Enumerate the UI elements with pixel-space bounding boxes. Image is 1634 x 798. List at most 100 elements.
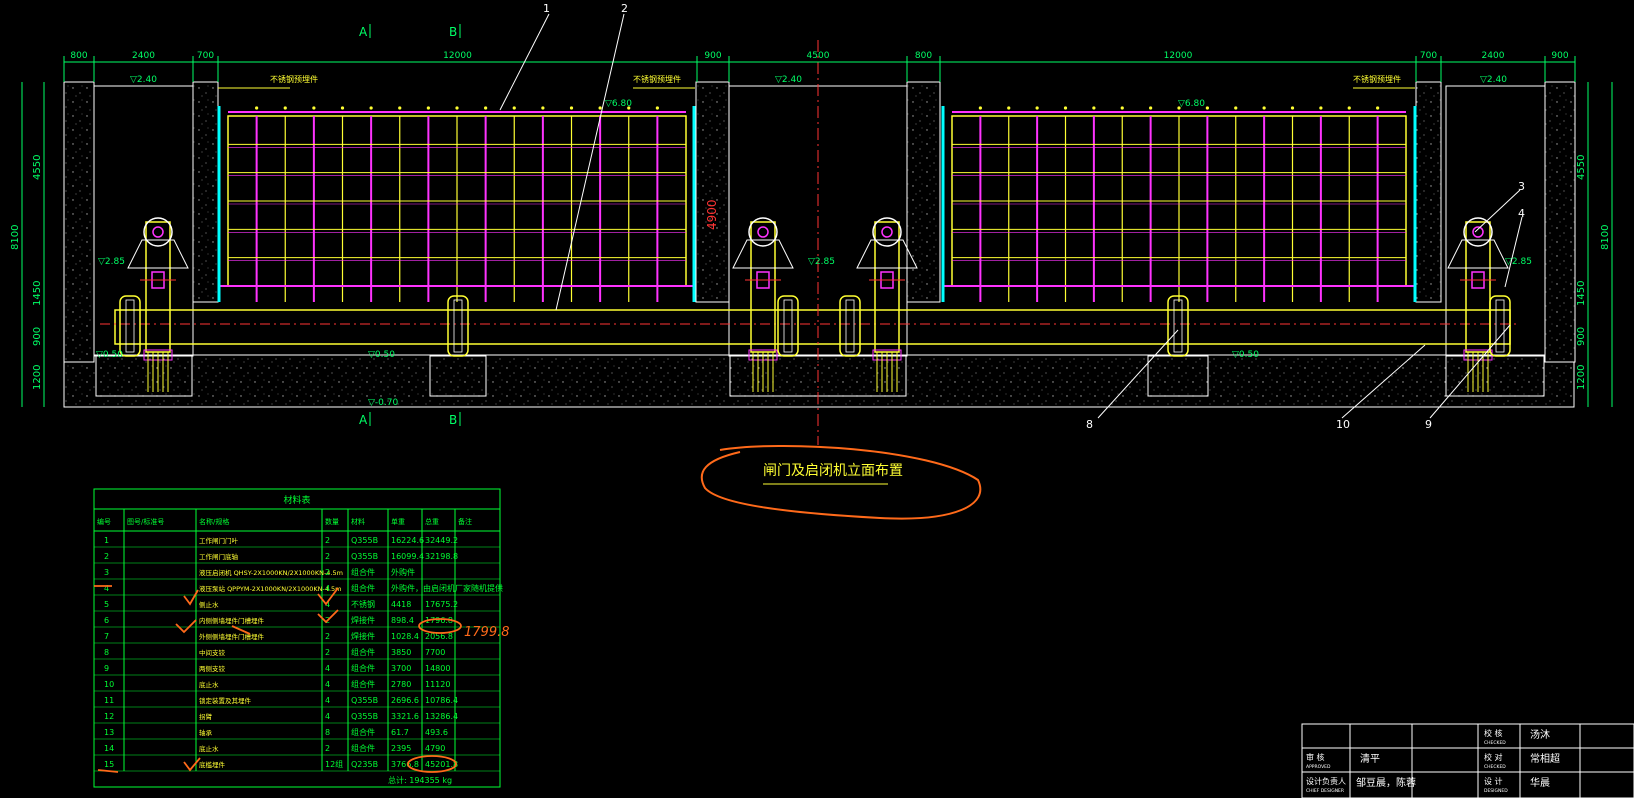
elev-mid-right: ▽2.85	[1505, 257, 1532, 267]
bom-cell: 组合件	[351, 647, 375, 657]
handwritten-note: 1799.8	[464, 625, 510, 640]
top-dim-6: 4500	[807, 51, 830, 61]
bom-cell: 两侧支铰	[199, 664, 226, 673]
drawing-title-group: 闸门及启闭机立面布置	[700, 445, 982, 520]
bill-of-materials: 材料表编号 图号/标准号 名称/规格 数量 材料 单重 总重 备注 1 工作闸门门叶 2 Q355B 1…	[93, 488, 503, 788]
title-sub-label: APPROVED	[1306, 764, 1331, 770]
bom-cell: 14	[104, 744, 114, 753]
hoist-body	[145, 221, 171, 353]
bom-cell: 11	[104, 696, 114, 705]
bom-cell: Q355B	[351, 536, 378, 545]
bom-cell: 2	[325, 744, 330, 753]
left-dim-1: 4550	[32, 155, 43, 180]
bom-cell: 12	[104, 712, 114, 721]
bom-cell: 2	[325, 568, 330, 577]
bom-cell: 2	[325, 536, 330, 545]
bearing-housing	[1489, 295, 1511, 357]
gate-right-bolt	[1205, 106, 1209, 110]
right-dim-4: 1200	[1576, 365, 1587, 390]
section-a-top: A	[359, 25, 368, 39]
bom-cell: 组合件	[351, 663, 375, 673]
right-chamber	[1445, 85, 1546, 357]
elev-top-mid: ▽2.40	[775, 75, 802, 85]
bom-cell: 拐臂	[199, 712, 213, 721]
elev-bottom-mid: ▽0.50	[368, 350, 395, 360]
left-dimension-chain: 8100 4550 1450 900 1200	[10, 82, 45, 407]
pit-left	[95, 355, 193, 397]
left-dim-3: 900	[32, 327, 43, 346]
bom-cell: 32449.2	[425, 536, 458, 545]
pit-right	[1445, 355, 1545, 397]
hand-check-15	[183, 757, 201, 772]
bom-cell: 焊接件	[351, 631, 375, 641]
gate-left-bolt	[484, 106, 488, 110]
gate-right-bolt	[1007, 106, 1011, 110]
bom-cell: 6	[104, 616, 109, 625]
bom-cell: 4	[325, 712, 330, 721]
hoist-pin	[881, 226, 893, 238]
bom-cell: 3766.8	[391, 760, 419, 769]
bom-cell: 4790	[425, 744, 445, 753]
bom-cell: 3700	[391, 664, 411, 673]
gate-right-bolt	[1376, 106, 1380, 110]
right-pier-inner	[1415, 81, 1442, 303]
concrete-structure	[63, 81, 1576, 408]
bom-cell: 4	[325, 696, 330, 705]
gate-left-bolt	[598, 106, 602, 110]
gate-left-bolt	[312, 106, 316, 110]
support-bearing	[1489, 295, 1511, 357]
bom-header-cell: 数量	[325, 517, 339, 526]
bom-header-cell: 备注	[458, 517, 472, 526]
bom-cell: 4418	[391, 600, 411, 609]
support-bearing	[839, 295, 861, 357]
gate-right-bolt	[1347, 106, 1351, 110]
title-block-frame	[1301, 723, 1634, 798]
bom-cell: 1028.4	[391, 632, 419, 641]
bom-cell: 10	[104, 680, 114, 689]
embedded-label-1: 不锈钢预埋件	[270, 74, 318, 84]
callout-1: 1	[543, 2, 550, 15]
section-b-bottom: B	[449, 413, 457, 427]
title-name: 华晨	[1530, 776, 1550, 789]
top-dim-11: 900	[1551, 51, 1568, 61]
title-label: 校 核	[1484, 728, 1503, 738]
bom-cell: 4	[325, 664, 330, 673]
gate-left-bolt	[569, 106, 574, 110]
bom-cell: 2	[325, 632, 330, 641]
left-chamber	[93, 85, 194, 357]
callout-leader-2	[555, 13, 625, 311]
bom-cell: Q355B	[351, 696, 378, 705]
bom-cell: 外购件，由启闭机厂家随机提供	[391, 583, 503, 593]
hoist-bracket	[732, 239, 794, 269]
bom-cell: 组合件	[351, 743, 375, 753]
center-pier-left	[695, 81, 730, 303]
left-pier	[63, 81, 95, 363]
bom-total: 总计: 194355 kg	[388, 775, 452, 785]
bearing-housing	[777, 295, 799, 357]
top-dim-5: 900	[704, 51, 721, 61]
left-pier-inner	[192, 81, 219, 303]
bom-cell: 2	[104, 552, 109, 561]
bom-cell: 16099.4	[391, 552, 424, 561]
left-dim-total: 8100	[10, 225, 21, 250]
bom-cell: 中间支铰	[199, 648, 226, 657]
hoist-pin	[152, 226, 164, 238]
title-label: 审 核	[1306, 752, 1325, 762]
bom-cell: Q355B	[351, 712, 378, 721]
hand-check-6	[175, 619, 197, 634]
title-sub-label: DESIGNED	[1484, 788, 1508, 794]
title-sub-label: CHECKED	[1484, 764, 1506, 770]
support-bearing	[777, 295, 799, 357]
title-block: 审 核 APPROVED 设计负责人 CHIEF DESIGNER 校 核 CHECKED…	[1301, 723, 1634, 798]
hand-mark-row15	[97, 769, 119, 773]
support-bearing	[1167, 295, 1189, 357]
bom-cell: 10786.4	[425, 696, 458, 705]
hoist-bracket	[127, 239, 189, 269]
support-bearing	[447, 295, 469, 357]
gate-left-bolt	[512, 106, 516, 110]
callout-3: 3	[1518, 180, 1525, 193]
bom-cell: 7700	[425, 648, 445, 657]
bom-cell: Q235B	[351, 760, 378, 769]
gate-left-bolt	[541, 106, 545, 110]
bom-cell: 不锈钢	[351, 599, 375, 609]
